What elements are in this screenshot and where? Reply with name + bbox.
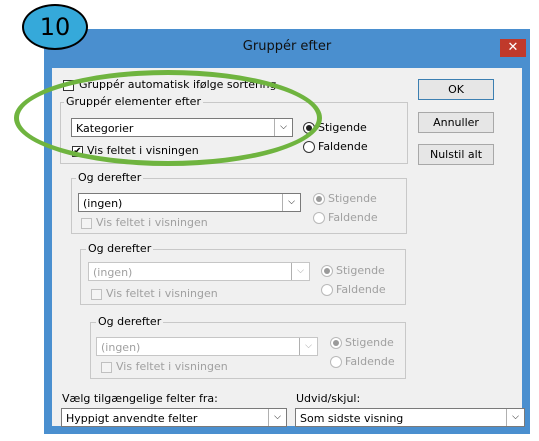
then-by-field-value-1: (ingen) (83, 197, 123, 210)
radio-selected-dot (333, 340, 339, 346)
group-by-ascending-radio[interactable] (303, 122, 315, 134)
ok-button[interactable]: OK (418, 79, 494, 100)
then-by-descending-label-2: Faldende (336, 283, 386, 296)
chevron-down-icon: ⌵ (282, 194, 300, 211)
chevron-down-icon: ⌵ (299, 338, 317, 355)
title-bar[interactable]: Gruppér efter ✕ (44, 29, 530, 64)
expand-collapse-select[interactable]: Som sidste visning ⌵ (295, 408, 525, 427)
then-by-field-select-3[interactable]: (ingen) ⌵ (96, 337, 318, 356)
then-by-descending-radio-1[interactable] (313, 212, 325, 224)
then-by-ascending-label-3: Stigende (345, 336, 394, 349)
radio-selected-dot (306, 125, 312, 131)
then-by-show-field-label-3: Vis feltet i visningen (116, 360, 228, 373)
group-by-show-field-checkbox[interactable]: ✔ (72, 146, 83, 157)
group-by-descending-radio[interactable] (303, 141, 315, 153)
then-by-ascending-radio-1[interactable] (313, 193, 325, 205)
group-by-legend: Gruppér elementer efter (64, 95, 203, 108)
window-title: Gruppér efter (242, 39, 332, 54)
then-by-field-select-2[interactable]: (ingen) ⌵ (88, 262, 310, 281)
then-by-descending-radio-3[interactable] (330, 356, 342, 368)
then-by-legend-2: Og derefter (86, 242, 154, 255)
chevron-down-icon: ⌵ (506, 409, 524, 426)
group-by-field-value: Kategorier (76, 122, 134, 135)
choose-fields-select[interactable]: Hyppigt anvendte felter ⌵ (61, 408, 287, 427)
then-by-field-select-1[interactable]: (ingen) ⌵ (78, 193, 301, 212)
then-by-legend-1: Og derefter (76, 171, 144, 184)
choose-fields-value: Hyppigt anvendte felter (66, 412, 198, 425)
then-by-descending-radio-2[interactable] (321, 284, 333, 296)
expand-collapse-label: Udvid/skjul: (296, 392, 361, 405)
group-by-field-select[interactable]: Kategorier ⌵ (71, 118, 293, 137)
then-by-ascending-label-1: Stigende (328, 192, 377, 205)
then-by-field-value-2: (ingen) (93, 266, 133, 279)
group-by-descending-label: Faldende (318, 140, 368, 153)
choose-fields-label: Vælg tilgængelige felter fra: (62, 392, 218, 405)
close-icon: ✕ (507, 40, 519, 55)
then-by-show-field-checkbox-3[interactable] (101, 362, 112, 373)
then-by-legend-3: Og derefter (96, 315, 164, 328)
then-by-show-field-label-1: Vis feltet i visningen (96, 216, 208, 229)
step-number-badge: 10 (22, 4, 88, 50)
then-by-show-field-label-2: Vis feltet i visningen (106, 287, 218, 300)
radio-selected-dot (324, 268, 330, 274)
checkmark-icon: ✔ (73, 146, 82, 157)
reset-all-button[interactable]: Nulstil alt (418, 144, 494, 165)
group-by-show-field-label: Vis feltet i visningen (87, 144, 199, 157)
then-by-show-field-checkbox-1[interactable] (81, 218, 92, 229)
then-by-descending-label-3: Faldende (345, 355, 395, 368)
chevron-down-icon: ⌵ (291, 263, 309, 280)
auto-group-label: Gruppér automatisk ifølge sortering (79, 78, 277, 91)
then-by-show-field-checkbox-2[interactable] (91, 289, 102, 300)
chevron-down-icon: ⌵ (268, 409, 286, 426)
then-by-field-value-3: (ingen) (101, 341, 141, 354)
cancel-button[interactable]: Annuller (418, 112, 494, 133)
then-by-ascending-label-2: Stigende (336, 264, 385, 277)
then-by-ascending-radio-2[interactable] (321, 265, 333, 277)
then-by-descending-label-1: Faldende (328, 211, 378, 224)
expand-collapse-value: Som sidste visning (300, 412, 404, 425)
radio-selected-dot (316, 196, 322, 202)
chevron-down-icon: ⌵ (274, 119, 292, 136)
close-button[interactable]: ✕ (500, 39, 526, 57)
then-by-ascending-radio-3[interactable] (330, 337, 342, 349)
auto-group-checkbox[interactable] (63, 80, 74, 91)
group-by-ascending-label: Stigende (318, 121, 367, 134)
